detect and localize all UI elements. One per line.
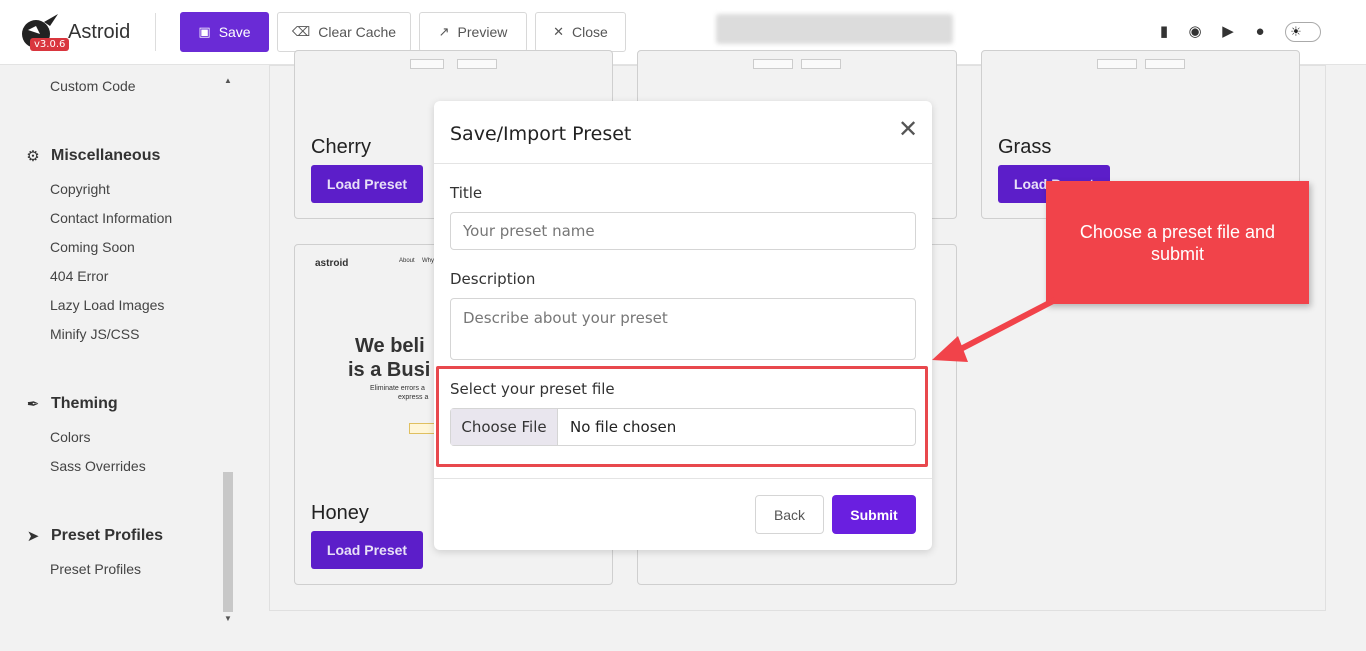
arrow-icon — [932, 297, 1057, 362]
